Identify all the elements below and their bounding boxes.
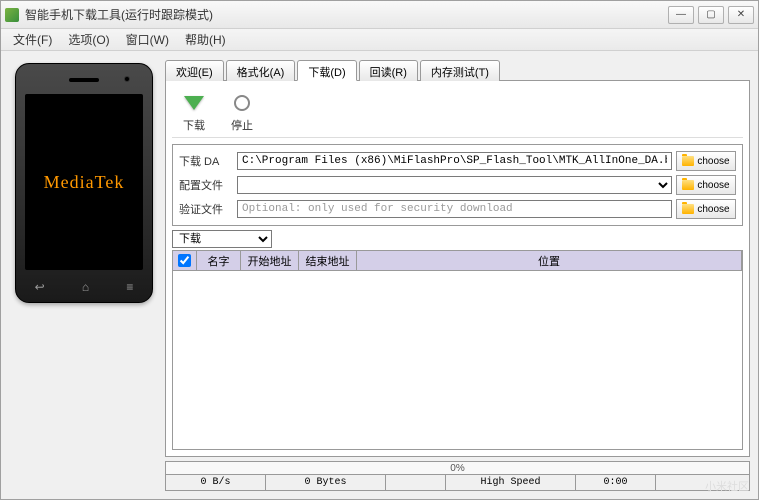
home-icon: ⌂ xyxy=(82,280,89,294)
select-all-checkbox[interactable] xyxy=(178,254,191,267)
phone-preview-panel: MediaTek ↩ ⌂ ≡ xyxy=(9,59,159,491)
window-controls: — ▢ ✕ xyxy=(668,6,754,24)
folder-icon xyxy=(682,180,694,190)
phone-speaker xyxy=(69,78,99,82)
choose-label: choose xyxy=(697,156,729,167)
app-icon xyxy=(5,8,19,22)
tab-format[interactable]: 格式化(A) xyxy=(226,60,296,81)
tab-content: 下载 停止 下载 DA choose xyxy=(165,81,750,457)
phone-screen: MediaTek xyxy=(25,94,143,270)
tab-strip: 欢迎(E) 格式化(A) 下载(D) 回读(R) 内存测试(T) xyxy=(165,59,750,81)
tab-readback[interactable]: 回读(R) xyxy=(359,60,418,81)
close-button[interactable]: ✕ xyxy=(728,6,754,24)
col-location[interactable]: 位置 xyxy=(357,251,742,270)
table-body xyxy=(173,271,742,449)
status-spacer2 xyxy=(656,475,749,490)
da-label: 下载 DA xyxy=(179,153,233,169)
table-header: 名字 开始地址 结束地址 位置 xyxy=(173,251,742,271)
menubar: 文件(F) 选项(O) 窗口(W) 帮助(H) xyxy=(1,29,758,51)
auth-label: 验证文件 xyxy=(179,201,233,217)
stop-button[interactable]: 停止 xyxy=(230,91,254,133)
phone-camera xyxy=(124,76,130,82)
scatter-label: 配置文件 xyxy=(179,177,233,193)
status-area: 0% 0 B/s 0 Bytes High Speed 0:00 xyxy=(165,461,750,491)
da-choose-button[interactable]: choose xyxy=(676,151,736,171)
menu-options[interactable]: 选项(O) xyxy=(60,29,117,50)
content-area: MediaTek ↩ ⌂ ≡ 欢迎(E) 格式化(A) 下载(D) 回读(R) … xyxy=(1,51,758,499)
tab-welcome[interactable]: 欢迎(E) xyxy=(165,60,224,81)
menu-window[interactable]: 窗口(W) xyxy=(118,29,177,50)
menu-help[interactable]: 帮助(H) xyxy=(177,29,234,50)
scatter-choose-button[interactable]: choose xyxy=(676,175,736,195)
phone-navbar: ↩ ⌂ ≡ xyxy=(16,280,152,294)
choose-label: choose xyxy=(697,180,729,191)
choose-label: choose xyxy=(697,204,729,215)
col-end[interactable]: 结束地址 xyxy=(299,251,357,270)
minimize-button[interactable]: — xyxy=(668,6,694,24)
scatter-combo[interactable] xyxy=(237,176,672,194)
progress-text: 0% xyxy=(450,463,464,474)
toolbar: 下载 停止 xyxy=(172,87,743,138)
tab-memtest[interactable]: 内存测试(T) xyxy=(420,60,500,81)
stop-circle-icon xyxy=(230,91,254,115)
col-checkbox[interactable] xyxy=(173,251,197,270)
status-bytes: 0 Bytes xyxy=(266,475,386,490)
phone-illustration: MediaTek ↩ ⌂ ≡ xyxy=(15,63,153,303)
da-path-input[interactable] xyxy=(237,152,672,170)
phone-brand-text: MediaTek xyxy=(44,172,125,193)
back-icon: ↩ xyxy=(35,280,45,294)
titlebar: 智能手机下载工具(运行时跟踪模式) — ▢ ✕ xyxy=(1,1,758,29)
auth-path-input[interactable] xyxy=(237,200,672,218)
folder-icon xyxy=(682,204,694,214)
file-selection-area: 下载 DA choose 配置文件 choose xyxy=(172,144,743,226)
folder-icon xyxy=(682,156,694,166)
status-row: 0 B/s 0 Bytes High Speed 0:00 xyxy=(165,475,750,491)
status-spacer1 xyxy=(386,475,446,490)
download-button-label: 下载 xyxy=(183,117,205,133)
partition-table: 名字 开始地址 结束地址 位置 xyxy=(172,250,743,450)
window-title: 智能手机下载工具(运行时跟踪模式) xyxy=(25,6,668,23)
col-name[interactable]: 名字 xyxy=(197,251,241,270)
download-button[interactable]: 下载 xyxy=(182,91,206,133)
tab-download[interactable]: 下载(D) xyxy=(297,60,356,81)
download-arrow-icon xyxy=(182,91,206,115)
main-panel: 欢迎(E) 格式化(A) 下载(D) 回读(R) 内存测试(T) 下载 停止 xyxy=(165,59,750,491)
maximize-button[interactable]: ▢ xyxy=(698,6,724,24)
recent-icon: ≡ xyxy=(126,280,133,294)
status-speed: 0 B/s xyxy=(166,475,266,490)
status-time: 0:00 xyxy=(576,475,656,490)
status-mode: High Speed xyxy=(446,475,576,490)
col-start[interactable]: 开始地址 xyxy=(241,251,299,270)
download-mode-select[interactable]: 下载 xyxy=(172,230,272,248)
stop-button-label: 停止 xyxy=(231,117,253,133)
progress-bar: 0% xyxy=(165,461,750,475)
auth-choose-button[interactable]: choose xyxy=(676,199,736,219)
app-window: 智能手机下载工具(运行时跟踪模式) — ▢ ✕ 文件(F) 选项(O) 窗口(W… xyxy=(0,0,759,500)
menu-file[interactable]: 文件(F) xyxy=(5,29,60,50)
